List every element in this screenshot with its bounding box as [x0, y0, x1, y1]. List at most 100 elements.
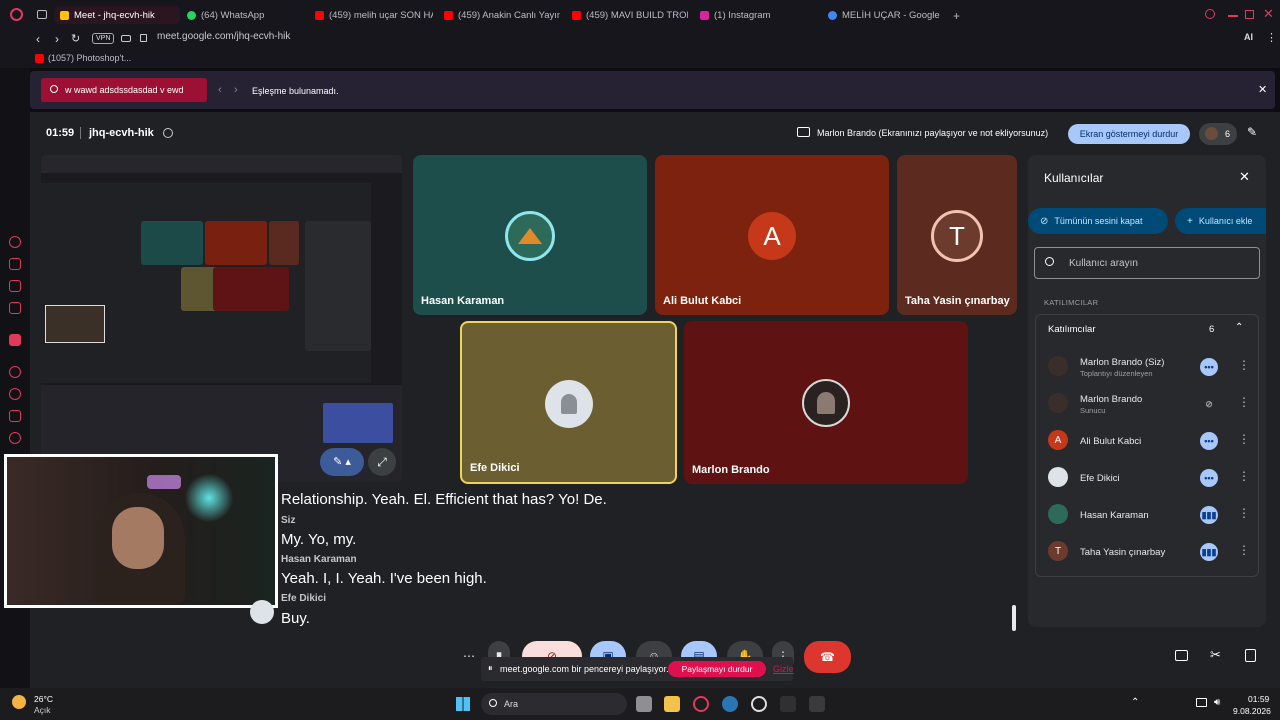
find-input[interactable]: w wawd adsdssdasdad v ewd [41, 78, 207, 102]
participant-row[interactable]: Hasan Karaman ▮▮▮ ⋮ [1048, 500, 1250, 530]
volume-icon[interactable]: 🔊︎ [1214, 697, 1220, 708]
camera-icon[interactable] [121, 35, 131, 42]
new-tab-button[interactable]: + [953, 9, 960, 23]
meeting-time: 01:59 [46, 127, 75, 139]
participant-row[interactable]: Efe Dikici ••• ⋮ [1048, 463, 1250, 493]
avatar: A [1048, 430, 1068, 450]
divider [80, 127, 81, 139]
caption-scrollbar[interactable] [1012, 605, 1016, 631]
opera-gx-icon[interactable] [693, 696, 709, 712]
host-controls-icon[interactable] [1245, 649, 1256, 662]
file-explorer-icon[interactable] [664, 696, 680, 712]
tab-youtube-2[interactable]: (459) Anakin Canlı Yayında [444, 6, 560, 24]
find-close-icon[interactable]: ✕ [1258, 83, 1267, 96]
menu-dots-icon[interactable]: ⋮ [1266, 31, 1277, 44]
annotate-icon[interactable]: ✎ [1247, 125, 1257, 139]
participant-row[interactable]: A Ali Bulut Kabci ••• ⋮ [1048, 426, 1250, 456]
sidebar-twitch-icon[interactable] [9, 334, 21, 346]
epic-games-icon[interactable] [809, 696, 825, 712]
google-icon [828, 10, 837, 20]
leave-call-button[interactable]: ☎ [804, 641, 851, 673]
annotation-tool-button[interactable]: ✎ ▴ [320, 448, 364, 476]
tile-ali-bulut-kabci[interactable]: A Ali Bulut Kabci [655, 155, 889, 315]
bookmark-photoshop[interactable]: (1057) Photoshop't... [35, 53, 131, 63]
participant-row[interactable]: Marlon Brando (Siz) Toplantıyı düzenleye… [1048, 352, 1250, 382]
more-options-icon[interactable]: ⋮ [1238, 358, 1250, 372]
tile-efe-dikici[interactable]: Efe Dikici [460, 321, 677, 484]
sidebar-aria-icon[interactable] [9, 236, 21, 248]
tab-whatsapp[interactable]: (64) WhatsApp [187, 6, 297, 24]
vpn-badge[interactable]: VPN [92, 33, 115, 44]
sidebar-history-icon[interactable] [9, 388, 21, 400]
participant-row[interactable]: Marlon Brando Sunucu ⊘ ⋮ [1048, 389, 1250, 419]
more-options-icon[interactable]: ⋮ [1238, 506, 1250, 520]
more-options-icon[interactable]: ⋮ [1238, 395, 1250, 409]
more-options-icon[interactable]: ⋮ [1238, 469, 1250, 483]
more-options-icon[interactable]: ⋮ [1238, 543, 1250, 557]
sidebar-bag-icon[interactable] [9, 258, 21, 270]
url-field[interactable]: meet.google.com/jhq-ecvh-hik [157, 31, 290, 42]
preview-webcam [45, 305, 105, 343]
minimize-icon[interactable] [1228, 15, 1238, 17]
sidebar-settings-icon[interactable] [9, 432, 21, 444]
tray-chevron-icon[interactable]: ⌃ [1131, 697, 1139, 708]
stop-sharing-button[interactable]: Ekran göstermeyi durdur [1068, 124, 1190, 144]
tab-google[interactable]: MELİH UÇAR - Google Sea [828, 6, 942, 24]
tab-instagram[interactable]: (1) Instagram [700, 6, 816, 24]
caption-text: Yeah. I, I. Yeah. I've been high. [281, 570, 487, 587]
windows-start-icon[interactable] [456, 697, 470, 711]
info-icon[interactable] [163, 128, 173, 138]
panel-title: Kullanıcılar [1044, 171, 1104, 185]
chat-icon[interactable] [1175, 650, 1188, 661]
browser-tab-bar: Meet - jhq-ecvh-hik (64) WhatsApp (459) … [0, 0, 1280, 30]
activities-icon[interactable]: ✂ [1210, 647, 1221, 663]
tab-meet[interactable]: Meet - jhq-ecvh-hik [54, 6, 180, 24]
opera-logo-icon[interactable] [10, 8, 23, 21]
tile-hasan-karaman[interactable]: Hasan Karaman [413, 155, 647, 315]
sidebar-m-icon[interactable] [9, 302, 21, 314]
more-options-icon[interactable]: ⋮ [1238, 432, 1250, 446]
avatar: T [1048, 541, 1068, 561]
reload-icon[interactable]: ↻ [71, 32, 80, 45]
meet-favicon-icon [60, 10, 69, 20]
sidebar-messenger-icon[interactable] [9, 280, 21, 292]
forward-icon[interactable]: › [55, 32, 59, 46]
sidebar-discord-icon[interactable] [9, 410, 21, 422]
lock-icon [140, 34, 147, 42]
more-controls-icon[interactable]: ⋯ [454, 641, 484, 671]
tab-menu-icon[interactable] [37, 10, 47, 19]
ai-button[interactable]: AI [1244, 32, 1253, 42]
weather-moon-icon[interactable] [12, 695, 26, 709]
add-user-button[interactable]: + Kullanıcı ekle [1175, 208, 1266, 234]
collapse-icon[interactable]: ⌃ [1235, 322, 1243, 333]
back-icon[interactable]: ‹ [36, 32, 40, 46]
hide-share-bar-link[interactable]: Gizle [773, 664, 794, 674]
sidebar-player-icon[interactable] [9, 366, 21, 378]
user-search-input[interactable] [1034, 247, 1260, 279]
obs-icon[interactable] [751, 696, 767, 712]
stop-sharing-bar-button[interactable]: Paylaşmayı durdur [668, 661, 766, 677]
mute-all-button[interactable]: ⊘ Tümünün sesini kapat [1028, 208, 1168, 234]
task-view-icon[interactable] [636, 696, 652, 712]
expand-icon[interactable]: ⤢ [368, 448, 396, 476]
steam-icon[interactable] [722, 696, 738, 712]
taskbar-search[interactable] [481, 693, 627, 715]
maximize-icon[interactable] [1245, 10, 1254, 19]
search-icon[interactable] [1205, 9, 1215, 19]
whatsapp-icon [187, 10, 196, 20]
network-icon[interactable] [1196, 698, 1207, 707]
audio-level-icon: ▮▮▮ [1200, 506, 1218, 524]
find-result-text: Eşleşme bulunamadı. [252, 86, 339, 96]
panel-close-icon[interactable]: ✕ [1239, 169, 1250, 185]
tab-youtube-3[interactable]: (459) MAVI BUILD TROLL [572, 6, 688, 24]
caption-speaker: Hasan Karaman [281, 554, 357, 565]
find-next-icon[interactable]: › [234, 84, 238, 96]
close-window-icon[interactable]: ✕ [1263, 6, 1274, 22]
terminal-icon[interactable] [780, 696, 796, 712]
tab-youtube-1[interactable]: (459) melih uçar SON HAL [315, 6, 433, 24]
participant-row[interactable]: T Taha Yasin çınarbay ▮▮▮ ⋮ [1048, 537, 1250, 567]
preview-tile-1 [141, 221, 203, 265]
find-prev-icon[interactable]: ‹ [218, 84, 222, 96]
tile-marlon-brando[interactable]: Marlon Brando [684, 321, 968, 484]
tile-taha-yasin-cinarbay[interactable]: T Taha Yasin çınarbay [897, 155, 1017, 315]
